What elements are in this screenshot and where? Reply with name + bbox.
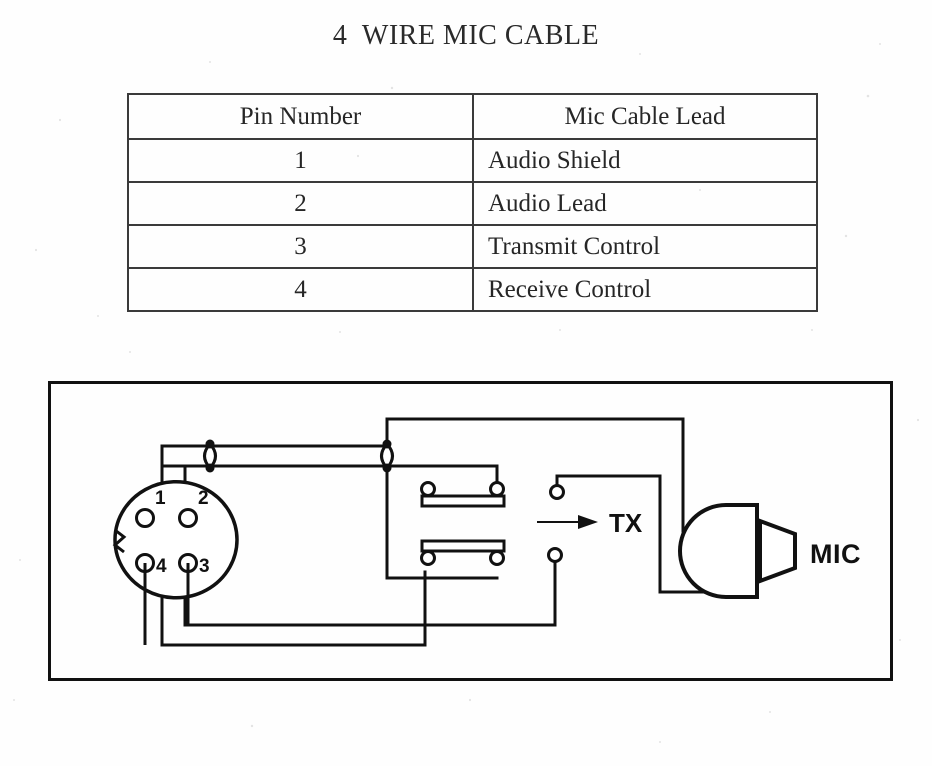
junction-dot-pair-left-top (205, 439, 215, 449)
mic-body-icon (678, 503, 759, 599)
junction-dot-pair-right-bottom (382, 463, 392, 473)
tx-arrow-head (578, 515, 598, 529)
terminal-tx-lower (547, 547, 563, 563)
tx-label: TX (609, 508, 643, 538)
terminal-tx-upper (549, 484, 565, 500)
coil-bar-upper (420, 494, 506, 508)
pin-label-1: 1 (155, 488, 166, 509)
wiring-diagram (112, 417, 797, 647)
scanned-page: 4 WIRE MIC CABLE Pin Number Mic Cable Le… (0, 0, 932, 766)
terminal-coil-upper-right (489, 481, 505, 497)
pin-label-2: 2 (198, 488, 209, 509)
junction-dot-pair-left-bottom (205, 463, 215, 473)
terminal-coil-upper-left (420, 481, 436, 497)
pin-label-4: 4 (156, 556, 167, 577)
connector-pin-hole-1 (135, 508, 155, 528)
junction-dot-pair-right-top (382, 439, 392, 449)
coil-bar-lower (420, 539, 506, 553)
mic-label: MIC (810, 539, 861, 569)
pin-label-3: 3 (199, 556, 210, 577)
connector-body-circle (113, 480, 239, 600)
terminal-coil-lower-left (420, 550, 436, 566)
connector-pin-hole-2 (178, 508, 198, 528)
mic-horn-icon (758, 518, 797, 584)
terminal-coil-lower-right (489, 550, 505, 566)
